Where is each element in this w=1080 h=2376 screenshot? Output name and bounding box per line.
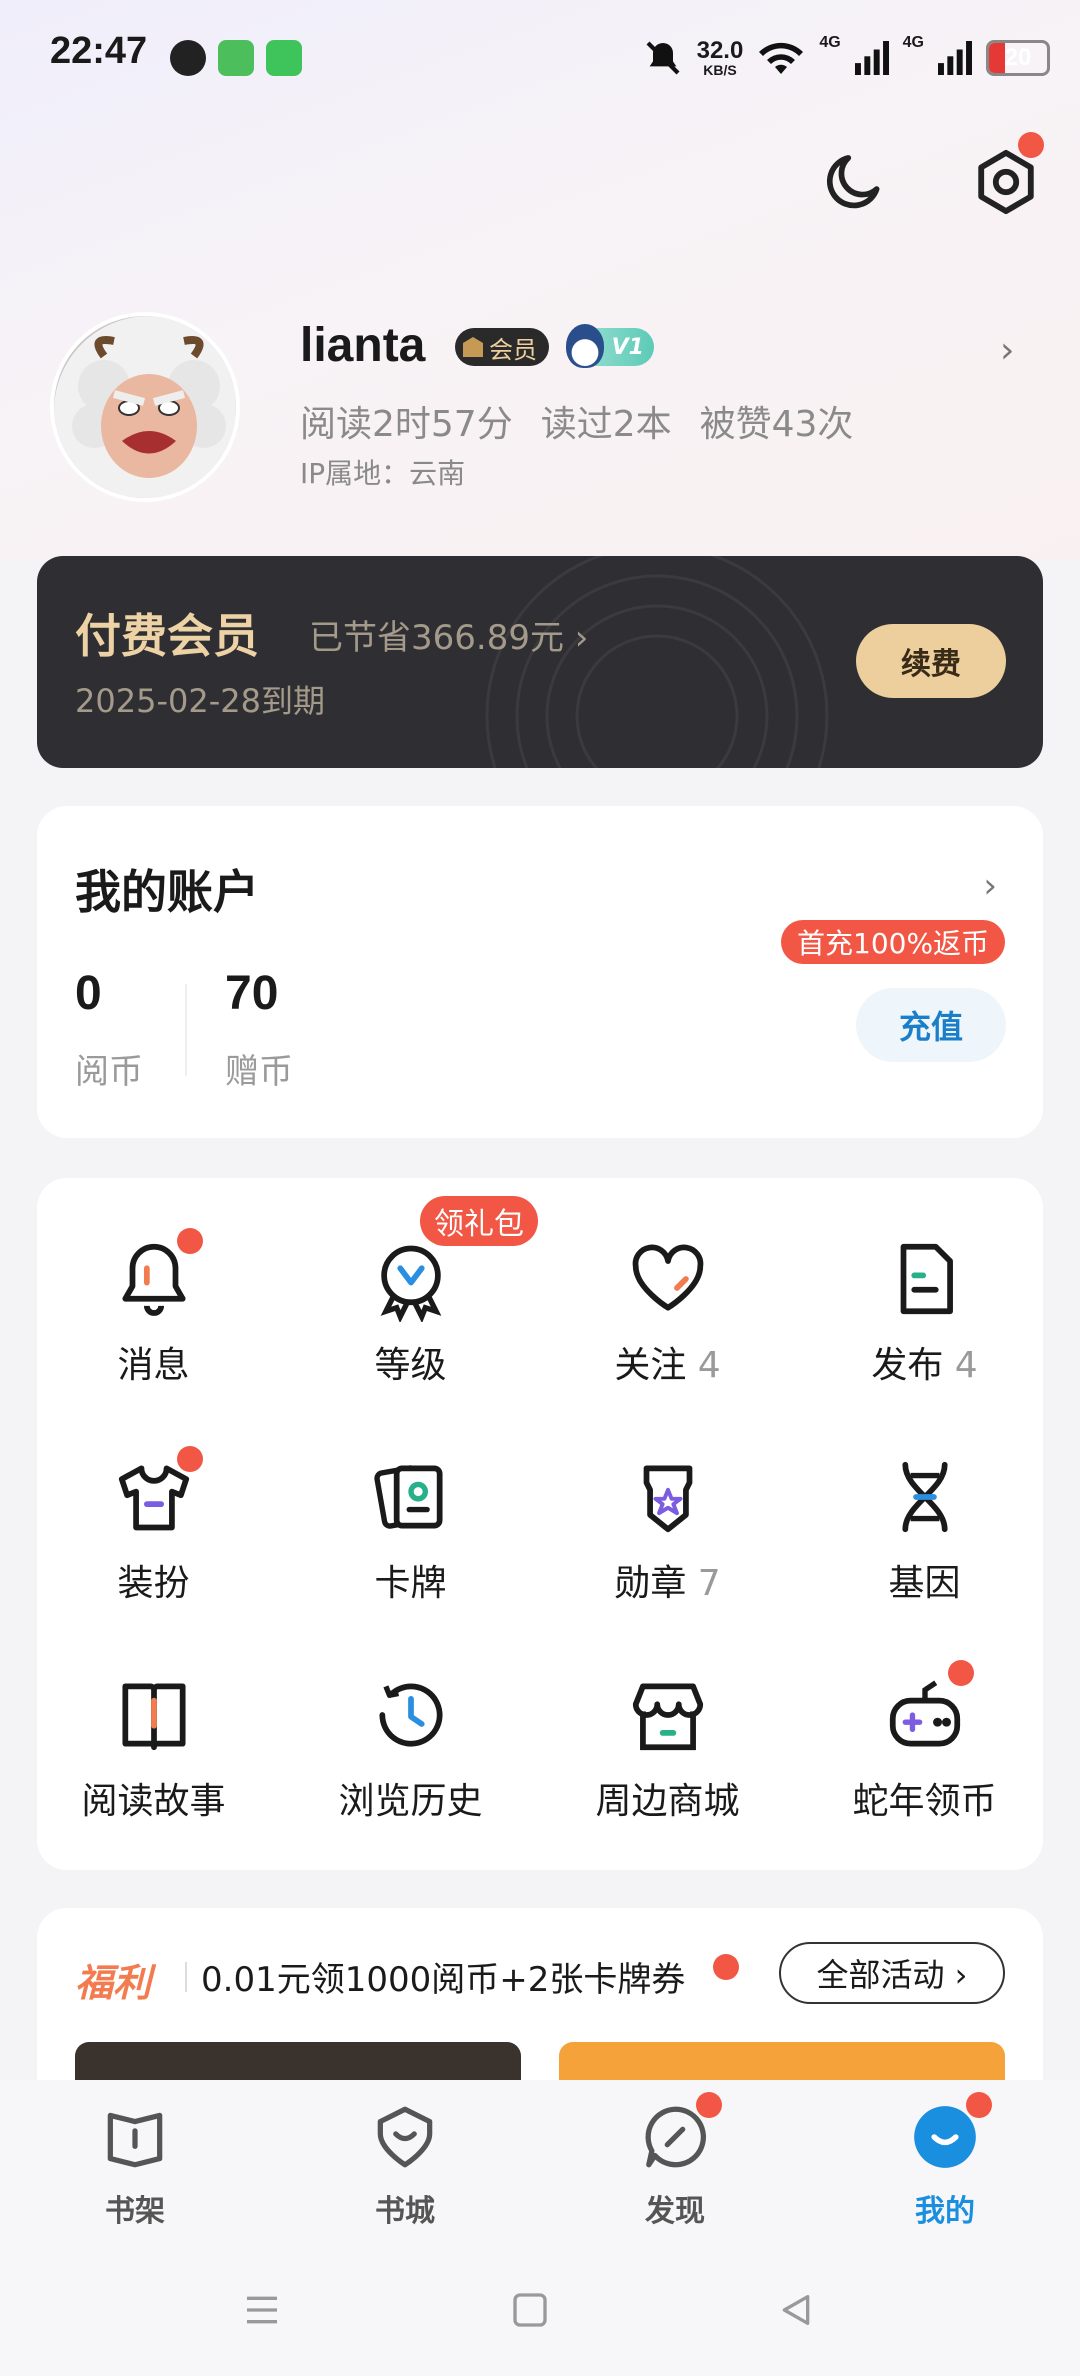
account-chevron-icon[interactable]: › xyxy=(983,866,997,906)
menu-item-messages[interactable]: 消息 xyxy=(26,1228,281,1388)
dna-icon xyxy=(901,1461,948,1533)
network-type-1: 4G xyxy=(819,34,841,51)
menu-nav-button[interactable] xyxy=(222,2270,302,2350)
menu-item-publish[interactable]: 发布 4 xyxy=(797,1236,1052,1388)
vip-title: 付费会员 xyxy=(75,609,259,663)
welfare-title: 福利 xyxy=(75,1961,152,2005)
profile-chevron-icon[interactable]: › xyxy=(1000,330,1014,371)
bookshelf-icon xyxy=(107,2112,163,2168)
menu-item-shop[interactable]: 周边商城 xyxy=(540,1672,795,1824)
signal-icon-2 xyxy=(938,41,972,75)
avatar[interactable] xyxy=(50,312,240,502)
renew-button[interactable]: 续费 xyxy=(856,624,1006,698)
vip-badge[interactable]: 会员 xyxy=(455,328,549,366)
menu-item-medals[interactable]: 勋章 7 xyxy=(540,1454,795,1606)
menu-item-history[interactable]: 浏览历史 xyxy=(283,1672,538,1824)
recharge-button[interactable]: 充值 xyxy=(856,988,1006,1062)
gamepad-icon xyxy=(889,1680,960,1747)
notification-dot xyxy=(176,1228,203,1254)
home-square-icon xyxy=(513,2293,547,2327)
moon-icon xyxy=(826,155,880,209)
menu-icon xyxy=(247,2296,277,2324)
account-divider xyxy=(185,984,187,1076)
document-icon xyxy=(900,1243,953,1315)
notification-dot xyxy=(966,2092,992,2118)
mute-icon xyxy=(646,41,680,75)
vip-expire: 2025-02-28到期 xyxy=(75,682,325,720)
message-app-icon xyxy=(266,40,302,76)
heart-icon xyxy=(632,1244,703,1311)
ip-location: IP属地：云南 xyxy=(300,457,466,490)
settings-button[interactable] xyxy=(966,132,1046,222)
tab-discover[interactable]: 发现 xyxy=(540,2092,810,2230)
network-speed: 32.0 KB/S xyxy=(696,37,744,78)
gift-coins-value[interactable]: 70 xyxy=(225,966,278,1021)
wifi-icon xyxy=(759,42,804,74)
penguin-icon xyxy=(566,324,604,368)
night-mode-button[interactable] xyxy=(814,142,894,222)
account-title: 我的账户 xyxy=(75,865,259,919)
likes-received: 被赞43次 xyxy=(699,404,854,445)
gift-coins-label: 赠币 xyxy=(225,1052,293,1092)
notification-dot xyxy=(713,1954,739,1980)
welfare-text[interactable]: 0.01元领1000阅币+2张卡牌券 xyxy=(201,1952,685,2001)
vip-saved[interactable]: 已节省366.89元 › xyxy=(309,610,588,659)
status-bar: 22:47 32.0 KB/S 4G 4G 20 xyxy=(0,0,1080,120)
signal-icon xyxy=(854,41,889,75)
books-read: 读过2本 xyxy=(540,404,672,445)
account-card: 我的账户 › 0 阅币 70 赠币 首充100%返币 充值 xyxy=(37,806,1043,1138)
username: lianta xyxy=(300,319,426,372)
wechat-icon xyxy=(170,40,206,76)
welfare-card: 福利 0.01元领1000阅币+2张卡牌券 全部活动 › xyxy=(37,1908,1043,2108)
tab-bookstore[interactable]: 书城 xyxy=(270,2100,540,2230)
profile-stats: 阅读2时57分 读过2本 被赞43次 xyxy=(300,395,853,447)
bookstore-icon xyxy=(377,2106,433,2168)
avatar-image xyxy=(54,316,236,498)
level-icon xyxy=(380,1245,441,1324)
menu-item-level[interactable]: 等级 xyxy=(283,1236,538,1388)
notification-dot xyxy=(947,1660,974,1686)
coins-label: 阅币 xyxy=(75,1052,143,1092)
welfare-divider xyxy=(185,1962,187,1992)
tab-profile[interactable]: 我的 xyxy=(810,2092,1080,2230)
notification-dot xyxy=(696,2092,722,2118)
menu-item-dress-up[interactable]: 装扮 xyxy=(26,1446,281,1606)
shop-icon xyxy=(632,1683,703,1751)
promo-badge: 首充100%返币 xyxy=(781,920,1006,964)
reading-time: 阅读2时57分 xyxy=(300,404,513,445)
clock-icon xyxy=(378,1683,442,1747)
cards-icon xyxy=(373,1465,443,1529)
back-triangle-icon xyxy=(782,2295,810,2325)
wifi-share-icon xyxy=(218,40,254,76)
tab-bookshelf[interactable]: 书架 xyxy=(0,2100,270,2230)
network-type-2: 4G xyxy=(902,34,924,51)
gift-badge[interactable]: 领礼包 xyxy=(420,1196,538,1246)
home-nav-button[interactable] xyxy=(490,2270,570,2350)
back-nav-button[interactable] xyxy=(756,2270,836,2350)
medal-icon xyxy=(643,1465,692,1533)
battery-icon: 20 xyxy=(986,40,1050,76)
vip-crown-icon xyxy=(463,337,483,357)
menu-item-follow[interactable]: 关注 4 xyxy=(540,1236,795,1388)
book-icon xyxy=(121,1683,186,1751)
menu-item-reading-story[interactable]: 阅读故事 xyxy=(26,1672,281,1824)
menu-item-cards[interactable]: 卡牌 xyxy=(283,1454,538,1606)
all-activities-button[interactable]: 全部活动 › xyxy=(779,1942,1005,2004)
coins-value[interactable]: 0 xyxy=(75,966,102,1021)
menu-item-dna[interactable]: 基因 xyxy=(797,1454,1052,1606)
notification-dot xyxy=(176,1446,203,1472)
status-time: 22:47 xyxy=(50,30,148,72)
vip-card[interactable]: 付费会员 已节省366.89元 › 2025-02-28到期 续费 xyxy=(37,556,1043,768)
menu-item-snake-year-coins[interactable]: 蛇年领币 xyxy=(797,1660,1052,1824)
notification-dot xyxy=(1018,132,1044,158)
system-nav-bar xyxy=(0,2270,1080,2350)
level-badge[interactable]: V1 xyxy=(566,324,654,368)
